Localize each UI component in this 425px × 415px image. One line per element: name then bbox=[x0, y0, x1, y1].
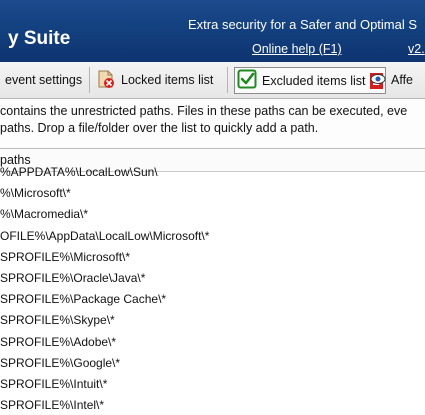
green-checkmark-icon bbox=[237, 69, 257, 92]
tab-locked-items[interactable]: Locked items list bbox=[96, 68, 213, 92]
eye-icon bbox=[370, 71, 386, 90]
tagline: Extra security for a Safer and Optimal S bbox=[188, 17, 418, 32]
version-link[interactable]: v2. bbox=[408, 42, 425, 56]
excluded-paths-list[interactable]: paths %APPDATA%\LocalLow\Sun\ %\Microsof… bbox=[0, 148, 425, 415]
locked-file-icon bbox=[96, 69, 116, 92]
list-item[interactable]: SPROFILE%\Adobe\* bbox=[0, 332, 425, 353]
description-line: paths. Drop a file/folder over the list … bbox=[0, 121, 319, 135]
list-item[interactable]: SPROFILE%\Skype\* bbox=[0, 310, 425, 331]
tab-label: event settings bbox=[5, 73, 83, 87]
tab-prevent-settings[interactable]: event settings bbox=[5, 68, 82, 92]
list-item[interactable]: SPROFILE%\Microsoft\* bbox=[0, 247, 425, 268]
list-item[interactable]: SPROFILE%\Oracle\Java\* bbox=[0, 268, 425, 289]
list-item[interactable]: %\Macromedia\* bbox=[0, 204, 425, 225]
list-item[interactable]: SPROFILE%\Intel\* bbox=[0, 395, 425, 415]
tab-label: Affe bbox=[391, 73, 414, 87]
tab-divider bbox=[89, 67, 90, 93]
list-item[interactable]: %\Microsoft\* bbox=[0, 183, 425, 204]
list-rows: %APPDATA%\LocalLow\Sun\ %\Microsoft\* %\… bbox=[0, 162, 425, 415]
online-help-link[interactable]: Online help (F1) bbox=[252, 42, 342, 56]
tab-bar: event settings Locked items list Exclude… bbox=[0, 62, 425, 99]
list-item[interactable]: OFILE%\AppData\LocalLow\Microsoft\* bbox=[0, 226, 425, 247]
description-line: contains the unrestricted paths. Files i… bbox=[0, 104, 408, 118]
app-title: y Suite bbox=[8, 28, 71, 49]
title-bar: y Suite Extra security for a Safer and O… bbox=[0, 0, 425, 62]
tab-divider bbox=[227, 67, 228, 93]
list-item[interactable]: SPROFILE%\Intuit\* bbox=[0, 374, 425, 395]
tab-affected[interactable]: Affe bbox=[370, 68, 413, 92]
tab-label: Locked items list bbox=[121, 73, 214, 87]
tab-label: Excluded items list bbox=[262, 73, 366, 88]
tab-excluded-items[interactable]: Excluded items list 2 bbox=[234, 67, 386, 94]
list-item[interactable]: SPROFILE%\Package Cache\* bbox=[0, 289, 425, 310]
description-text: contains the unrestricted paths. Files i… bbox=[0, 103, 425, 137]
list-item[interactable]: SPROFILE%\Google\* bbox=[0, 353, 425, 374]
list-item[interactable]: %APPDATA%\LocalLow\Sun\ bbox=[0, 162, 425, 183]
